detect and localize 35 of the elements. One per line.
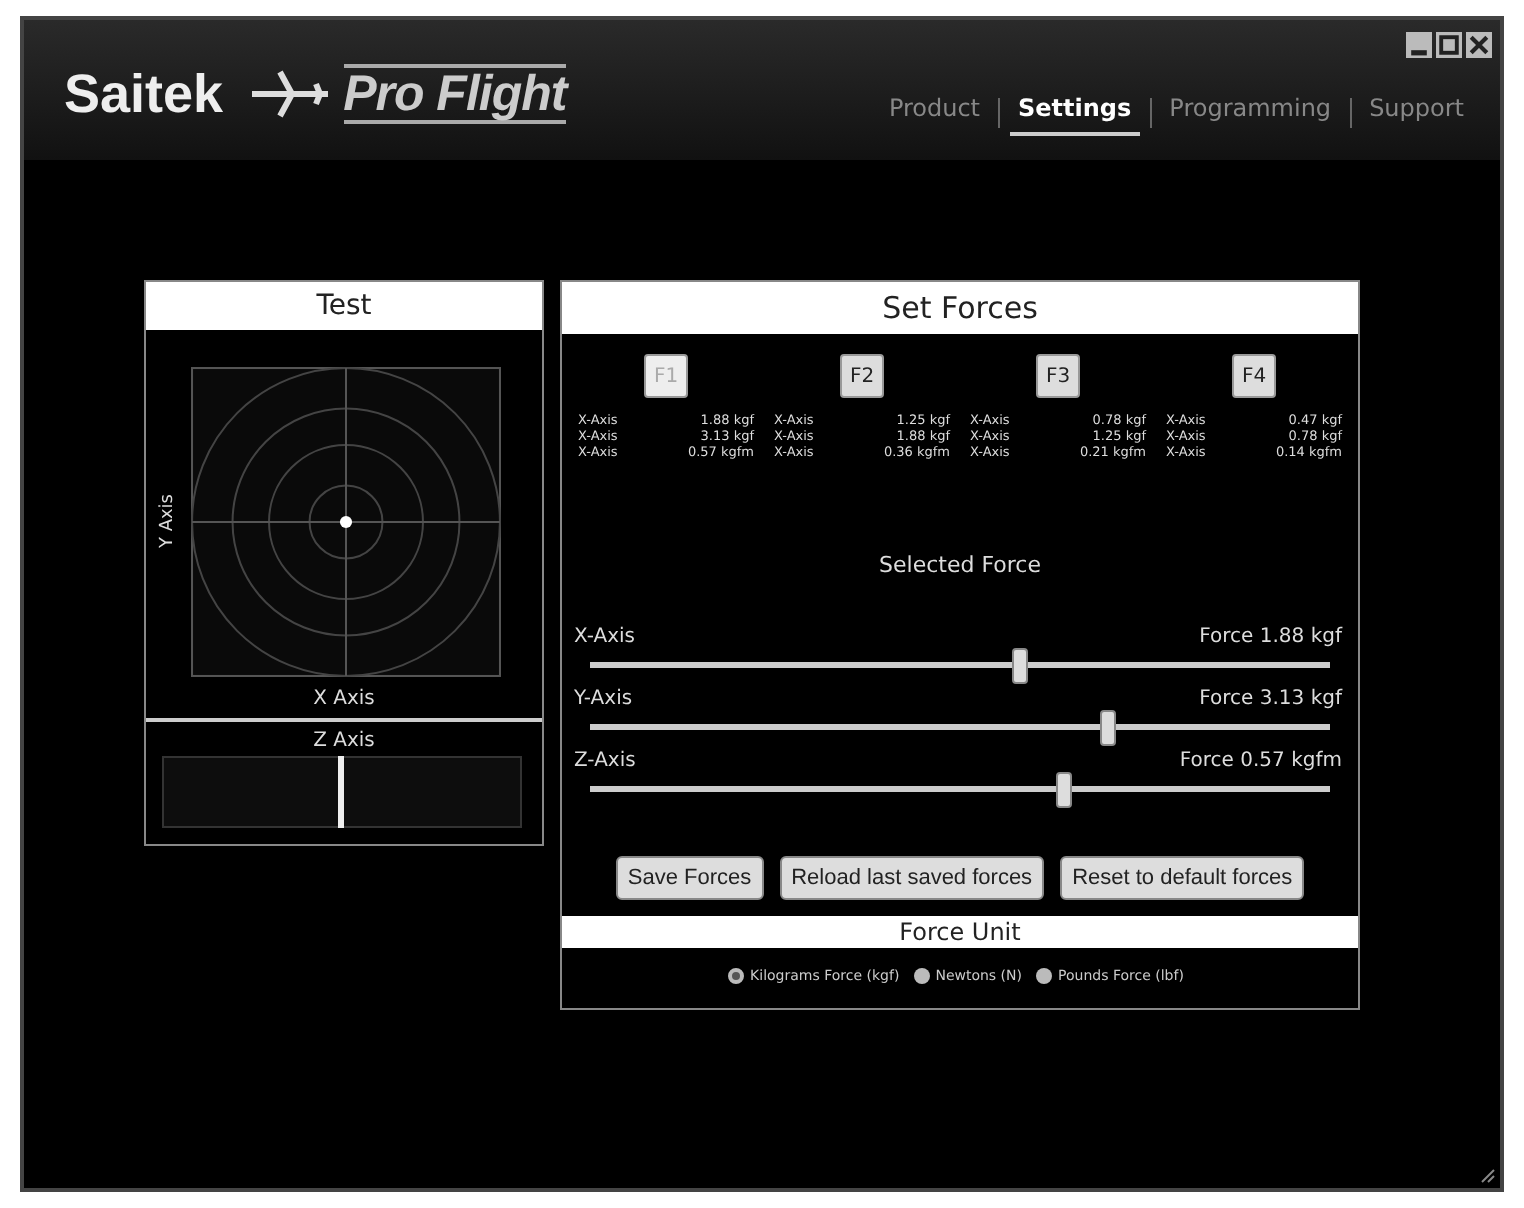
slider-label: Z-Axis bbox=[574, 750, 636, 772]
section-title: Force Unit bbox=[562, 916, 1358, 948]
preset-button[interactable]: F3 bbox=[1036, 354, 1080, 398]
nav-tab[interactable]: Programming bbox=[1161, 90, 1340, 136]
action-button[interactable]: Reload last saved forces bbox=[779, 856, 1045, 900]
slider-label: X-Axis bbox=[574, 626, 635, 648]
force-reading: Force 0.57 kgfm bbox=[1179, 750, 1342, 772]
panel-title: Set Forces bbox=[562, 282, 1358, 334]
action-button[interactable]: Reset to default forces bbox=[1060, 856, 1305, 900]
axis-label: Z Axis bbox=[311, 730, 377, 752]
axis-label: X Axis bbox=[311, 686, 377, 714]
brand-logo: Saitek bbox=[64, 63, 224, 125]
resize-grip-icon[interactable] bbox=[1476, 1164, 1496, 1184]
force-reading: Force 1.88 kgf bbox=[1199, 626, 1342, 648]
action-button[interactable]: Save Forces bbox=[615, 856, 764, 900]
close-icon[interactable] bbox=[1466, 32, 1492, 58]
axis-label: Y Axis bbox=[158, 494, 178, 550]
minimize-icon[interactable] bbox=[1406, 32, 1432, 58]
panel-title: Test bbox=[146, 282, 542, 330]
preset-button[interactable]: F4 bbox=[1232, 354, 1276, 398]
nav-tab[interactable]: Support bbox=[1361, 90, 1472, 136]
section-title: Selected Force bbox=[877, 552, 1043, 578]
force-reading: Force 3.13 kgf bbox=[1199, 688, 1342, 710]
nav-tab[interactable]: Settings bbox=[1010, 90, 1140, 136]
nav-tab[interactable]: Product bbox=[880, 90, 989, 136]
preset-button[interactable]: F2 bbox=[840, 354, 884, 398]
slider-thumb[interactable] bbox=[1011, 648, 1028, 684]
slider-thumb[interactable] bbox=[1100, 710, 1116, 746]
radio-button[interactable] bbox=[728, 968, 745, 984]
maximize-icon[interactable] bbox=[1436, 32, 1462, 58]
slider-thumb[interactable] bbox=[1055, 772, 1072, 808]
radio-button[interactable] bbox=[1036, 968, 1053, 984]
slider-label: Y-Axis bbox=[574, 688, 633, 710]
product-logo: Pro Flight bbox=[343, 64, 567, 124]
radio-button[interactable] bbox=[913, 968, 930, 984]
